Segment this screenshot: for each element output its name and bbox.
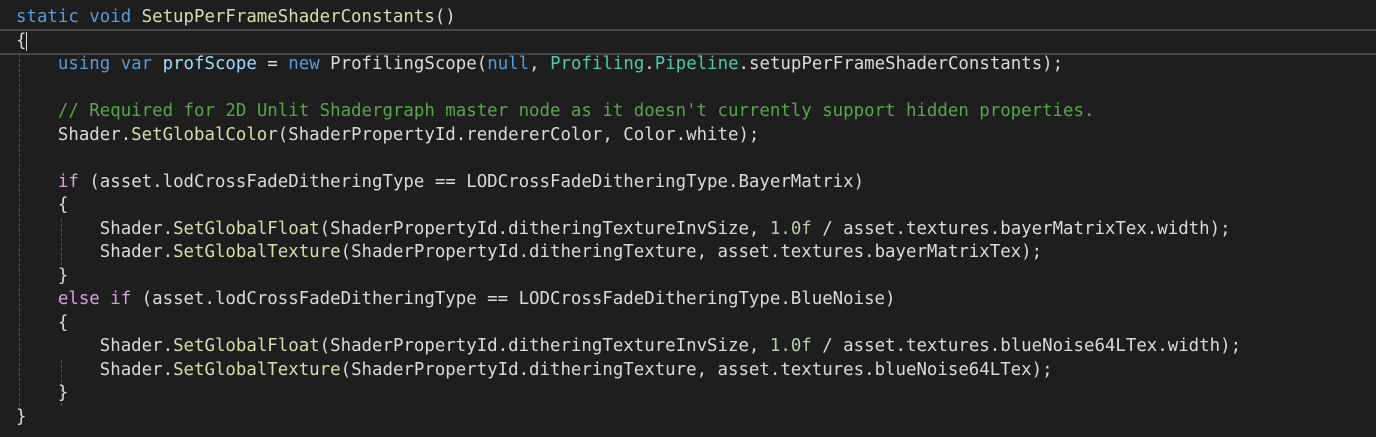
code-token: (ShaderPropertyId.ditheringTextureInvSiz…: [319, 336, 770, 356]
code-token: (: [476, 54, 488, 74]
code-token: Shader.: [16, 218, 174, 239]
code-token: SetGlobalFloat: [173, 218, 320, 239]
code-line[interactable]: using var profScope = new ProfilingScope…: [16, 53, 1241, 77]
code-token: ,: [529, 54, 551, 74]
code-line[interactable]: Shader.SetGlobalTexture(ShaderPropertyId…: [16, 359, 1241, 383]
code-line[interactable]: {: [16, 312, 1241, 336]
code-token: profScope: [162, 54, 257, 74]
code-token: new: [288, 54, 331, 74]
code-line[interactable]: // Required for 2D Unlit Shadergraph mas…: [16, 100, 1241, 124]
code-token: (ShaderPropertyId.rendererColor, Color.w…: [277, 124, 760, 145]
code-token: {: [16, 195, 69, 215]
code-token: Pipeline: [654, 54, 739, 74]
code-token: SetGlobalTexture: [173, 359, 341, 380]
code-token: Shader.: [16, 124, 132, 145]
code-line[interactable]: if (asset.lodCrossFadeDitheringType == L…: [16, 171, 1241, 195]
code-line[interactable]: [16, 147, 1241, 171]
code-token: }: [16, 265, 69, 286]
code-token: / asset.textures.blueNoise64LTex.width);: [811, 336, 1242, 356]
code-token: }: [16, 383, 69, 403]
code-token: null: [487, 54, 530, 74]
code-line[interactable]: {: [16, 30, 1241, 54]
code-token: (asset.lodCrossFadeDitheringType == LODC…: [78, 171, 865, 192]
code-line[interactable]: [16, 77, 1241, 101]
code-token: Profiling: [550, 54, 645, 74]
code-token: SetGlobalTexture: [173, 242, 341, 262]
code-token: .setupPerFrameShaderConstants);: [738, 54, 1064, 74]
code-line[interactable]: }: [16, 265, 1241, 289]
code-token: SetGlobalFloat: [173, 336, 320, 356]
code-token: // Required for 2D Unlit Shadergraph mas…: [57, 101, 1095, 121]
code-line[interactable]: Shader.SetGlobalColor(ShaderPropertyId.r…: [16, 124, 1241, 148]
code-token: {: [16, 30, 27, 51]
code-token: (asset.lodCrossFadeDitheringType == LODC…: [131, 289, 896, 309]
code-line[interactable]: static void SetupPerFrameShaderConstants…: [16, 6, 1241, 30]
code-token: =: [256, 54, 289, 74]
code-token: / asset.textures.bayerMatrixTex.width);: [811, 218, 1231, 239]
code-line[interactable]: Shader.SetGlobalFloat(ShaderPropertyId.d…: [16, 335, 1241, 359]
code-line[interactable]: {: [16, 194, 1241, 218]
code-token: static void: [16, 7, 142, 27]
code-token: }: [16, 406, 27, 427]
code-token: {: [16, 312, 69, 333]
code-line[interactable]: }: [16, 406, 1241, 430]
code-line[interactable]: Shader.SetGlobalFloat(ShaderPropertyId.d…: [16, 218, 1241, 242]
code-token: 1.0f: [769, 336, 812, 356]
code-token: Shader.: [16, 359, 174, 380]
code-line[interactable]: else if (asset.lodCrossFadeDitheringType…: [16, 288, 1241, 312]
code-line[interactable]: }: [16, 382, 1241, 406]
code-token: 1.0f: [769, 218, 812, 239]
code-token: else if: [57, 289, 132, 309]
code-token: (ShaderPropertyId.ditheringTexture, asse…: [340, 359, 1053, 380]
code-token: (): [434, 7, 456, 27]
code-token: (ShaderPropertyId.ditheringTextureInvSiz…: [319, 218, 770, 239]
code-token: using var: [57, 54, 163, 74]
code-token: ProfilingScope: [330, 54, 477, 74]
code-token: SetGlobalColor: [131, 124, 278, 145]
code-token: .: [644, 54, 655, 74]
code-token: Shader.: [16, 336, 174, 356]
code-token: if: [57, 171, 79, 192]
code-token: SetupPerFrameShaderConstants: [141, 7, 435, 27]
text-caret: [26, 32, 27, 51]
code-token: Shader.: [16, 242, 174, 262]
code-editor[interactable]: static void SetupPerFrameShaderConstants…: [16, 6, 1241, 429]
code-line[interactable]: Shader.SetGlobalTexture(ShaderPropertyId…: [16, 241, 1241, 265]
code-token: (ShaderPropertyId.ditheringTexture, asse…: [340, 242, 1043, 262]
